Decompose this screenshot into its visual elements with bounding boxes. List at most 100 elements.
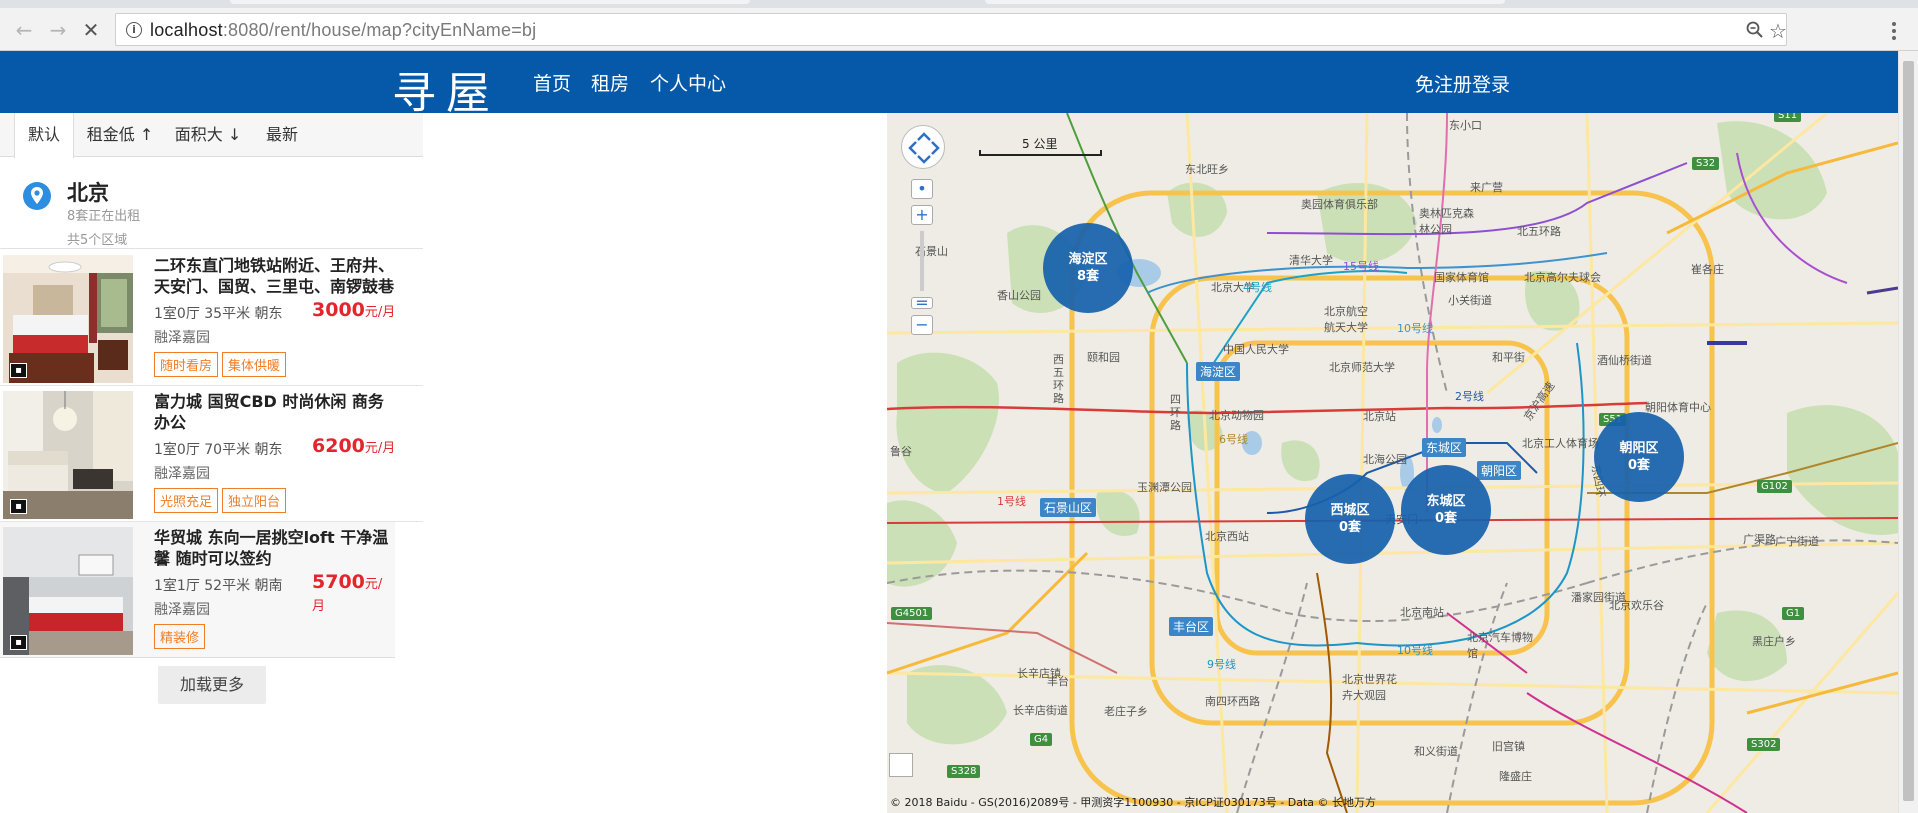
house-photo[interactable]: ▪ xyxy=(3,527,133,655)
metro-label: 6号线 xyxy=(1219,433,1248,446)
map-label: 北京世界花卉大观园 xyxy=(1342,673,1397,702)
metro-label: 1号线 xyxy=(997,495,1026,508)
map-label: 广宁街道 xyxy=(1775,535,1819,548)
zoom-slider-handle[interactable]: = xyxy=(911,295,933,311)
nav-rent[interactable]: 租房 xyxy=(591,69,629,96)
map-label: 东小口 xyxy=(1449,119,1482,132)
map-label: 奥林匹克森林公园 xyxy=(1419,207,1474,236)
map-label: 鲁谷 xyxy=(890,445,912,458)
page-scrollbar[interactable] xyxy=(1898,51,1918,813)
zoom-in-button[interactable]: + xyxy=(911,205,933,225)
site-info-icon[interactable]: i xyxy=(126,22,142,38)
house-tags: 随时看房 集体供暖 xyxy=(154,352,290,377)
map-zoom-control: • + = − xyxy=(911,179,935,341)
list-item[interactable]: ▪ 华贸城 东向一居挑空loft 干净温馨 随时可以签约 1室1厅 52平米 朝… xyxy=(0,522,395,658)
list-item[interactable]: ▪ 富力城 国贸CBD 时尚休闲 商务办公 1室0厅 70平米 朝东 6200元… xyxy=(0,386,423,522)
nav-home[interactable]: 首页 xyxy=(533,69,571,96)
house-list: ▪ 二环东直门地铁站附近、王府井、天安门、国贸、三里屯、南锣鼓巷 1室0厅 35… xyxy=(0,250,423,658)
district-bubble-xicheng[interactable]: 西城区 0套 xyxy=(1305,474,1395,564)
district-tag[interactable]: 海淀区 xyxy=(1196,362,1241,381)
map-label: 北京欢乐谷 xyxy=(1609,599,1664,612)
map-label: 西五环路 xyxy=(1053,353,1064,405)
image-count-icon: ▪ xyxy=(10,363,27,378)
house-tag: 随时看房 xyxy=(154,352,219,377)
district-bubble-dongcheng[interactable]: 东城区 0套 xyxy=(1401,465,1491,555)
map-label: 北海公园 xyxy=(1363,453,1407,466)
sort-price-asc[interactable]: 租金低 ↑ xyxy=(80,113,160,157)
district-tag[interactable]: 丰台区 xyxy=(1169,617,1214,636)
map-view[interactable]: 东小口 东北旺乡 来广营 奥园体育俱乐部 奥林匹克森林公园 北五环路 清华大学 … xyxy=(887,113,1898,813)
map-label: 和平街 xyxy=(1492,351,1525,364)
bubble-count: 0套 xyxy=(1627,458,1651,473)
region-count: 共5个区域 xyxy=(67,233,128,248)
url-text: localhost:8080/rent/house/map?cityEnName… xyxy=(150,20,537,40)
bubble-name: 西城区 xyxy=(1330,503,1370,518)
house-tag: 光照充足 xyxy=(154,488,219,513)
district-bubble-chaoyang[interactable]: 朝阳区 0套 xyxy=(1594,412,1684,502)
sort-bar: 默认 租金低 ↑ 面积大 ↓ 最新 xyxy=(0,113,423,158)
locate-icon[interactable]: • xyxy=(911,179,933,199)
list-item[interactable]: ▪ 二环东直门地铁站附近、王府井、天安门、国贸、三里屯、南锣鼓巷 1室0厅 35… xyxy=(0,250,423,386)
browser-tab[interactable] xyxy=(230,0,750,4)
sort-default[interactable]: 默认 xyxy=(14,113,74,158)
nav-user-center[interactable]: 个人中心 xyxy=(650,69,726,96)
house-price: 5700元/月 xyxy=(312,571,383,614)
highway-badge: S32 xyxy=(1692,157,1720,170)
zoom-out-button[interactable]: − xyxy=(911,315,933,335)
map-label: 黑庄户乡 xyxy=(1752,635,1796,648)
house-tag: 集体供暖 xyxy=(222,352,287,377)
zoom-icon[interactable] xyxy=(1746,21,1764,44)
location-pin-icon xyxy=(23,182,51,210)
house-meta: 1室1厅 52平米 朝南 xyxy=(154,578,283,594)
house-title[interactable]: 二环东直门地铁站附近、王府井、天安门、国贸、三里屯、南锣鼓巷 xyxy=(154,255,399,297)
district-tag[interactable]: 朝阳区 xyxy=(1477,461,1522,480)
map-label: 奥园体育俱乐部 xyxy=(1301,198,1378,211)
map-scale-bar xyxy=(979,150,1102,156)
login-link[interactable]: 免注册登录 xyxy=(1415,70,1510,97)
district-tag[interactable]: 东城区 xyxy=(1422,438,1467,457)
map-label: 小关街道 xyxy=(1448,294,1492,307)
highway-badge: S11 xyxy=(1774,113,1802,122)
map-label: 北京工人体育场 xyxy=(1522,437,1599,450)
house-title[interactable]: 华贸城 东向一居挑空loft 干净温馨 随时可以签约 xyxy=(154,527,399,569)
map-label: 北京师范大学 xyxy=(1329,361,1395,374)
zoom-slider[interactable] xyxy=(920,231,924,291)
map-label: 朝阳体育中心 xyxy=(1645,401,1711,414)
map-label: 北京汽车博物馆 xyxy=(1467,631,1533,660)
metro-label: 9号线 xyxy=(1207,658,1236,671)
house-photo[interactable]: ▪ xyxy=(3,391,133,519)
browser-menu-icon[interactable] xyxy=(1892,22,1898,43)
scrollbar-thumb[interactable] xyxy=(1903,61,1914,801)
sort-newest[interactable]: 最新 xyxy=(256,113,308,157)
map-pan-control[interactable] xyxy=(901,125,945,169)
browser-tab[interactable] xyxy=(985,0,1505,4)
bookmark-star-icon[interactable]: ☆ xyxy=(1769,19,1787,43)
map-label: 酒仙桥街道 xyxy=(1597,354,1652,367)
address-bar[interactable]: i localhost:8080/rent/house/map?cityEnNa… xyxy=(115,13,1787,46)
back-arrow-icon[interactable]: ← xyxy=(10,16,38,44)
map-label: 清华大学 xyxy=(1289,254,1333,267)
house-photo[interactable]: ▪ xyxy=(3,255,133,383)
stop-loading-icon[interactable]: ✕ xyxy=(77,16,105,44)
house-community: 融泽嘉园 xyxy=(154,466,210,482)
house-price: 3000元/月 xyxy=(312,299,396,321)
district-tag[interactable]: 石景山区 xyxy=(1040,498,1097,517)
metro-label: 10号线 xyxy=(1397,322,1433,335)
site-logo[interactable]: 寻屋 xyxy=(392,57,500,121)
house-tag: 精装修 xyxy=(154,624,206,649)
map-label: 和义街道 xyxy=(1414,745,1458,758)
sort-area-desc[interactable]: 面积大 ↓ xyxy=(168,113,248,157)
district-bubble-haidian[interactable]: 海淀区 8套 xyxy=(1043,223,1133,313)
bubble-count: 8套 xyxy=(1076,269,1100,284)
metro-label: 4号线 xyxy=(1243,281,1272,294)
map-label: 隆盛庄 xyxy=(1499,770,1532,783)
bubble-count: 0套 xyxy=(1434,511,1458,526)
map-label: 国家体育馆 xyxy=(1434,271,1489,284)
house-price: 6200元/月 xyxy=(312,435,396,457)
load-more-button[interactable]: 加载更多 xyxy=(158,666,266,704)
house-meta: 1室0厅 70平米 朝东 xyxy=(154,442,283,458)
forward-arrow-icon[interactable]: → xyxy=(44,16,72,44)
house-title[interactable]: 富力城 国贸CBD 时尚休闲 商务办公 xyxy=(154,391,399,433)
broken-image-icon xyxy=(889,753,913,777)
map-label: 来广营 xyxy=(1470,181,1503,194)
